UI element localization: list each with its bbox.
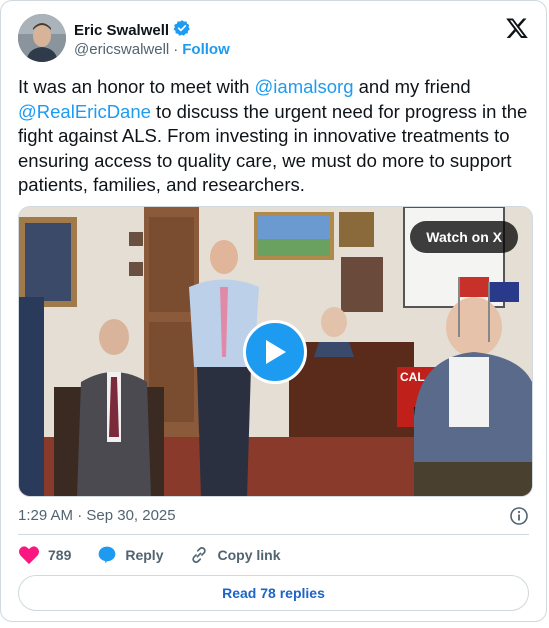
tweet-header: Eric Swalwell @ericswalwell · Follow	[18, 14, 529, 62]
like-count: 789	[48, 547, 72, 563]
divider	[18, 534, 529, 535]
author-handle-row: @ericswalwell · Follow	[74, 41, 230, 58]
reply-bubble-icon	[99, 546, 116, 564]
play-icon	[266, 340, 286, 364]
sign-text: CAL	[400, 370, 425, 384]
reply-label: Reply	[125, 547, 164, 563]
heart-icon	[19, 546, 39, 565]
verified-badge-icon	[173, 19, 191, 42]
tweet-timestamp[interactable]: 1:29 AM · Sep 30, 2025	[18, 507, 176, 524]
link-icon	[192, 547, 207, 563]
tweet-card: Eric Swalwell @ericswalwell · Follow It …	[0, 0, 547, 622]
handle-separator: ·	[173, 41, 179, 58]
x-logo-icon[interactable]	[505, 16, 529, 40]
tweet-text: It was an honor to meet with @iamalsorg …	[18, 75, 533, 198]
like-button[interactable]: 789	[18, 545, 71, 565]
copy-link-label: Copy link	[217, 547, 281, 563]
reply-button[interactable]: Reply	[97, 545, 163, 565]
tweet-actions: 789 Reply Copy link	[18, 545, 307, 565]
avatar[interactable]	[18, 14, 66, 62]
tweet-text-part: It was an honor to meet with	[18, 76, 255, 97]
play-button[interactable]	[243, 320, 307, 384]
author-name[interactable]: Eric Swalwell	[74, 22, 169, 39]
info-icon[interactable]	[509, 506, 529, 526]
mention-link[interactable]: @iamalsorg	[255, 76, 354, 97]
follow-button[interactable]: Follow	[182, 41, 230, 58]
author-name-row: Eric Swalwell	[74, 19, 191, 42]
author-handle[interactable]: @ericswalwell	[74, 41, 169, 58]
tweet-text-part: and my friend	[353, 76, 471, 97]
copy-link-button[interactable]: Copy link	[189, 545, 281, 565]
read-replies-button[interactable]: Read 78 replies	[18, 575, 529, 611]
watch-on-x-button[interactable]: Watch on X	[410, 221, 518, 253]
video-thumbnail[interactable]: CAL Watch on X	[18, 206, 533, 497]
mention-link[interactable]: @RealEricDane	[18, 101, 151, 122]
